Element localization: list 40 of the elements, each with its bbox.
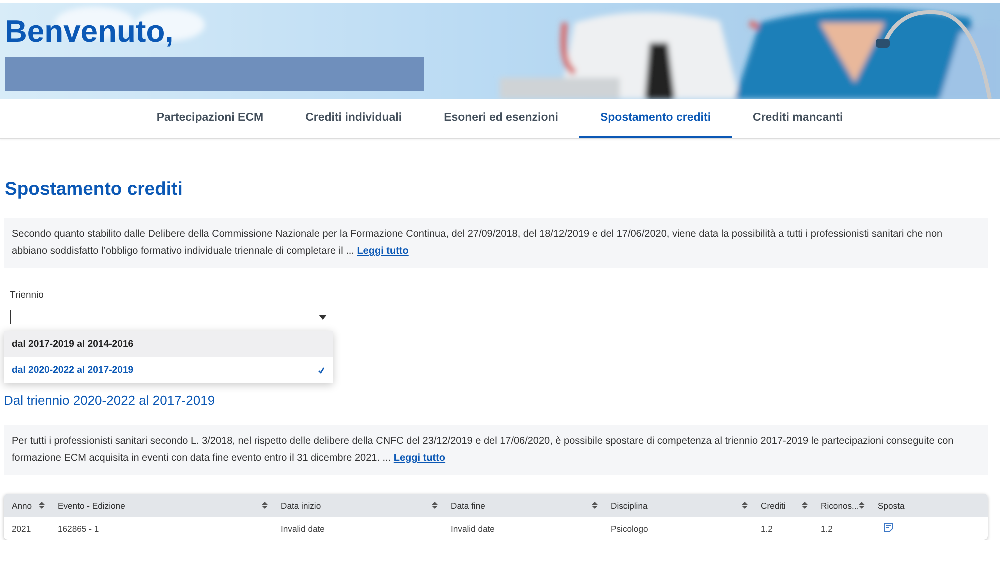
table-cell: 1.2 [821,524,833,534]
info-text: Secondo quanto stabilito dalle Delibere della Commissione Nazionale per la Formazione Continua, del 27/09/2018, del 18/12/2019 e del 17/06/2020, viene data la possibilità a tutti i professionisti sanitari che non abbiano soddisfatto l’obbligo formativo individuale triennale di completare il ... Leggi tutto [12,228,944,259]
dropdown-option[interactable]: dal 2020-2022 al 2017-2019 [4,357,333,383]
table-cell: Invalid date [451,524,495,534]
read-more-link[interactable]: Leggi tutto [357,246,409,257]
sort-icon[interactable] [262,502,268,509]
column-header[interactable]: Crediti [753,494,813,517]
nav-tab[interactable]: Spostamento crediti [579,99,732,138]
sort-icon[interactable] [39,502,45,509]
nav-tab[interactable]: Crediti mancanti [732,99,864,138]
nav-tab[interactable]: Esoneri ed esenzioni [423,99,580,138]
sort-icon[interactable] [592,502,598,509]
column-header[interactable]: Data inizio [273,494,443,517]
note-icon[interactable] [884,523,893,532]
nav-tab[interactable]: Crediti individuali [284,99,424,138]
column-header[interactable]: Disciplina [603,494,753,517]
table-cell: 1.2 [761,524,773,534]
table-cell: 162865 - 1 [58,524,100,534]
column-header[interactable]: Anno [4,494,50,517]
sort-icon[interactable] [859,502,865,509]
field-label: Triennio [9,290,45,303]
dropdown-option[interactable]: dal 2017-2019 al 2014-2016 [4,331,333,357]
column-header[interactable]: Data fine [443,494,603,517]
sort-icon[interactable] [802,502,808,509]
page-title: Spostamento crediti [5,177,184,201]
section-title: Dal triennio 2020-2022 al 2017-2019 [4,393,216,409]
nav-tab[interactable]: Partecipazioni ECM [136,99,285,138]
column-header[interactable]: Evento - Edizione [50,494,273,517]
column-header[interactable]: Riconos... [813,494,870,517]
info-text: Per tutti i professionisti sanitari secondo L. 3/2018, nel rispetto delle delibere della CNFC del 23/12/2019 e del 17/06/2020, è possibile spostare di competenza al triennio 2017-2019 le partecipazioni conseguite con formazione ECM acquisita in eventi con data fine evento entro il 31 dicembre 2021. ... Leggi tutto [12,435,955,466]
read-more-link[interactable]: Leggi tutto [394,453,446,464]
column-header: Sposta [870,494,988,517]
sort-icon[interactable] [432,502,438,509]
check-icon [318,366,325,374]
sort-icon[interactable] [742,502,748,509]
table-cell: Psicologo [611,524,648,534]
caret-icon [319,314,327,320]
greeting-title: Benvenuto, [5,13,175,51]
table-cell: Invalid date [281,524,325,534]
table-cell: 2021 [12,524,32,534]
